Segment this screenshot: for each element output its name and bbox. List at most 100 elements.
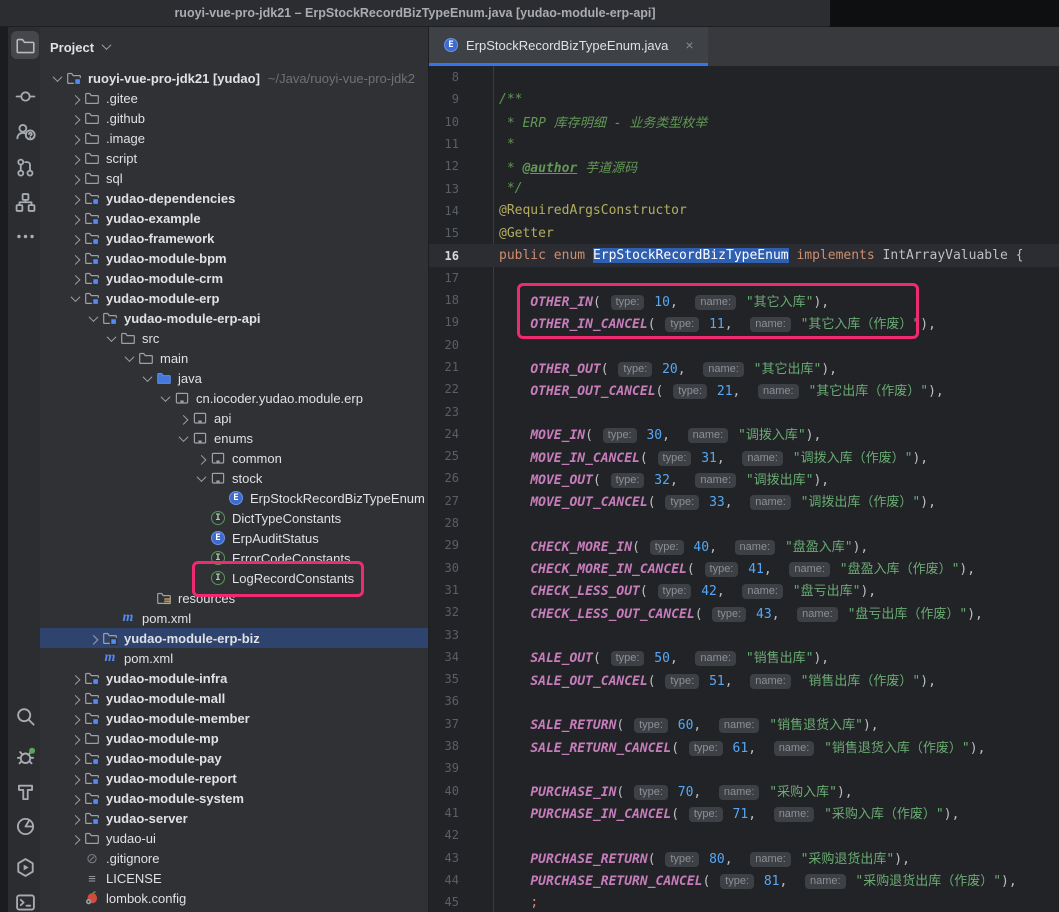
chevron-right-icon[interactable] xyxy=(175,410,192,426)
chevron-right-icon[interactable] xyxy=(67,250,84,266)
tree-row[interactable]: main xyxy=(40,348,428,368)
tree-row[interactable]: yudao-module-erp-api xyxy=(40,308,428,328)
close-tab-icon[interactable]: × xyxy=(685,37,693,53)
tree-row[interactable]: .image xyxy=(40,128,428,148)
project-panel-header[interactable]: Project xyxy=(40,27,428,68)
code-token xyxy=(730,428,738,443)
tree-row[interactable]: yudao-module-erp xyxy=(40,288,428,308)
tree-row[interactable]: script xyxy=(40,148,428,168)
more-icon[interactable] xyxy=(11,222,39,250)
tree-row[interactable]: yudao-ui xyxy=(40,828,428,848)
tree-row[interactable]: java xyxy=(40,368,428,388)
debug-icon[interactable] xyxy=(11,742,39,770)
tree-row[interactable]: .gitee xyxy=(40,88,428,108)
chevron-right-icon[interactable] xyxy=(85,630,102,646)
tree-row[interactable]: IDictTypeConstants xyxy=(40,508,428,528)
tree-row-label: pom.xml xyxy=(124,651,173,666)
chevron-right-icon[interactable] xyxy=(67,210,84,226)
chevron-right-icon[interactable] xyxy=(67,110,84,126)
tree-row[interactable]: ≡LICENSE xyxy=(40,868,428,888)
tree-row[interactable]: mpom.xml xyxy=(40,608,428,628)
chevron-right-icon[interactable] xyxy=(193,450,210,466)
code-token: "销售出库" xyxy=(746,651,814,666)
tree-row[interactable]: yudao-framework xyxy=(40,228,428,248)
chevron-down-icon[interactable] xyxy=(157,390,174,406)
chevron-right-icon[interactable] xyxy=(67,270,84,286)
chevron-down-icon[interactable] xyxy=(121,350,138,366)
tree-row[interactable]: yudao-module-crm xyxy=(40,268,428,288)
chevron-right-icon[interactable] xyxy=(67,670,84,686)
tree-row[interactable]: yudao-module-mp xyxy=(40,728,428,748)
profiler-icon[interactable] xyxy=(11,812,39,840)
code-with-me-icon[interactable] xyxy=(11,117,39,145)
chevron-right-icon[interactable] xyxy=(67,710,84,726)
tree-row[interactable]: yudao-module-pay xyxy=(40,748,428,768)
chevron-down-icon[interactable] xyxy=(49,70,66,86)
pull-requests-icon[interactable] xyxy=(11,153,39,181)
project-icon[interactable] xyxy=(11,31,39,59)
chevron-right-icon[interactable] xyxy=(67,830,84,846)
code-editor[interactable]: 89/**10 * ERP 库存明细 - 业务类型枚举11 *12 * @aut… xyxy=(429,66,1059,912)
structure-icon[interactable] xyxy=(11,188,39,216)
code-token: ), xyxy=(912,451,928,466)
chevron-down-icon[interactable] xyxy=(175,430,192,446)
chevron-right-icon[interactable] xyxy=(67,750,84,766)
tree-row[interactable]: src xyxy=(40,328,428,348)
tree-row[interactable]: .github xyxy=(40,108,428,128)
tree-row[interactable]: yudao-module-member xyxy=(40,708,428,728)
tree-row[interactable]: yudao-module-erp-biz xyxy=(40,628,428,648)
chevron-down-icon[interactable] xyxy=(193,470,210,486)
code-token: ), xyxy=(920,317,936,332)
chevron-right-icon[interactable] xyxy=(67,170,84,186)
commit-icon[interactable] xyxy=(11,82,39,110)
code-token: * xyxy=(499,137,515,152)
chevron-right-icon[interactable] xyxy=(67,690,84,706)
tree-row[interactable]: yudao-module-system xyxy=(40,788,428,808)
chevron-down-icon[interactable] xyxy=(103,330,120,346)
search-icon[interactable] xyxy=(11,702,39,730)
chevron-down-icon[interactable] xyxy=(139,370,156,386)
tree-row[interactable]: yudao-example xyxy=(40,208,428,228)
tree-row[interactable]: EErpAuditStatus xyxy=(40,528,428,548)
chevron-right-icon[interactable] xyxy=(67,790,84,806)
chevron-right-icon[interactable] xyxy=(67,90,84,106)
inlay-hint: name: xyxy=(750,674,791,689)
tree-row[interactable]: enums xyxy=(40,428,428,448)
terminal-icon[interactable] xyxy=(11,888,39,912)
tree-row[interactable]: EErpStockRecordBizTypeEnum xyxy=(40,488,428,508)
code-token: , xyxy=(748,741,771,756)
code-line: 10 * ERP 库存明细 - 业务类型枚举 xyxy=(429,111,1059,133)
chevron-right-icon[interactable] xyxy=(67,150,84,166)
tree-row[interactable]: stock xyxy=(40,468,428,488)
tree-row[interactable]: sql xyxy=(40,168,428,188)
tree-row[interactable]: mpom.xml xyxy=(40,648,428,668)
tree-row[interactable]: api xyxy=(40,408,428,428)
chevron-right-icon[interactable] xyxy=(67,770,84,786)
chevron-down-icon[interactable] xyxy=(85,310,102,326)
tree-row[interactable]: yudao-module-bpm xyxy=(40,248,428,268)
build-icon[interactable] xyxy=(11,777,39,805)
chevron-right-icon[interactable] xyxy=(67,230,84,246)
tree-row[interactable]: yudao-module-infra xyxy=(40,668,428,688)
tree-row[interactable]: yudao-server xyxy=(40,808,428,828)
tree-row[interactable]: common xyxy=(40,448,428,468)
editor-tab[interactable]: E ErpStockRecordBizTypeEnum.java × xyxy=(429,27,708,66)
chevron-right-icon[interactable] xyxy=(67,130,84,146)
tree-row[interactable]: ruoyi-vue-pro-jdk21 [yudao]~/Java/ruoyi-… xyxy=(40,68,428,88)
chevron-right-icon[interactable] xyxy=(67,190,84,206)
tree-row[interactable]: lombok.config xyxy=(40,888,428,908)
chevron-right-icon[interactable] xyxy=(67,730,84,746)
tree-row[interactable]: yudao-module-mall xyxy=(40,688,428,708)
tree-row[interactable]: ⊘.gitignore xyxy=(40,848,428,868)
chevron-right-icon[interactable] xyxy=(67,810,84,826)
tree-row[interactable]: cn.iocoder.yudao.module.erp xyxy=(40,388,428,408)
code-token: ( xyxy=(648,495,664,510)
tree-row[interactable]: yudao-dependencies xyxy=(40,188,428,208)
tree-row[interactable]: yudao-module-report xyxy=(40,768,428,788)
chevron-down-icon[interactable] xyxy=(67,290,84,306)
line-number: 33 xyxy=(429,628,459,642)
code-line: 23 xyxy=(429,400,1059,422)
services-icon[interactable] xyxy=(11,853,39,881)
line-number: 36 xyxy=(429,694,459,708)
code-token: "销售出库（作废）" xyxy=(801,674,921,689)
